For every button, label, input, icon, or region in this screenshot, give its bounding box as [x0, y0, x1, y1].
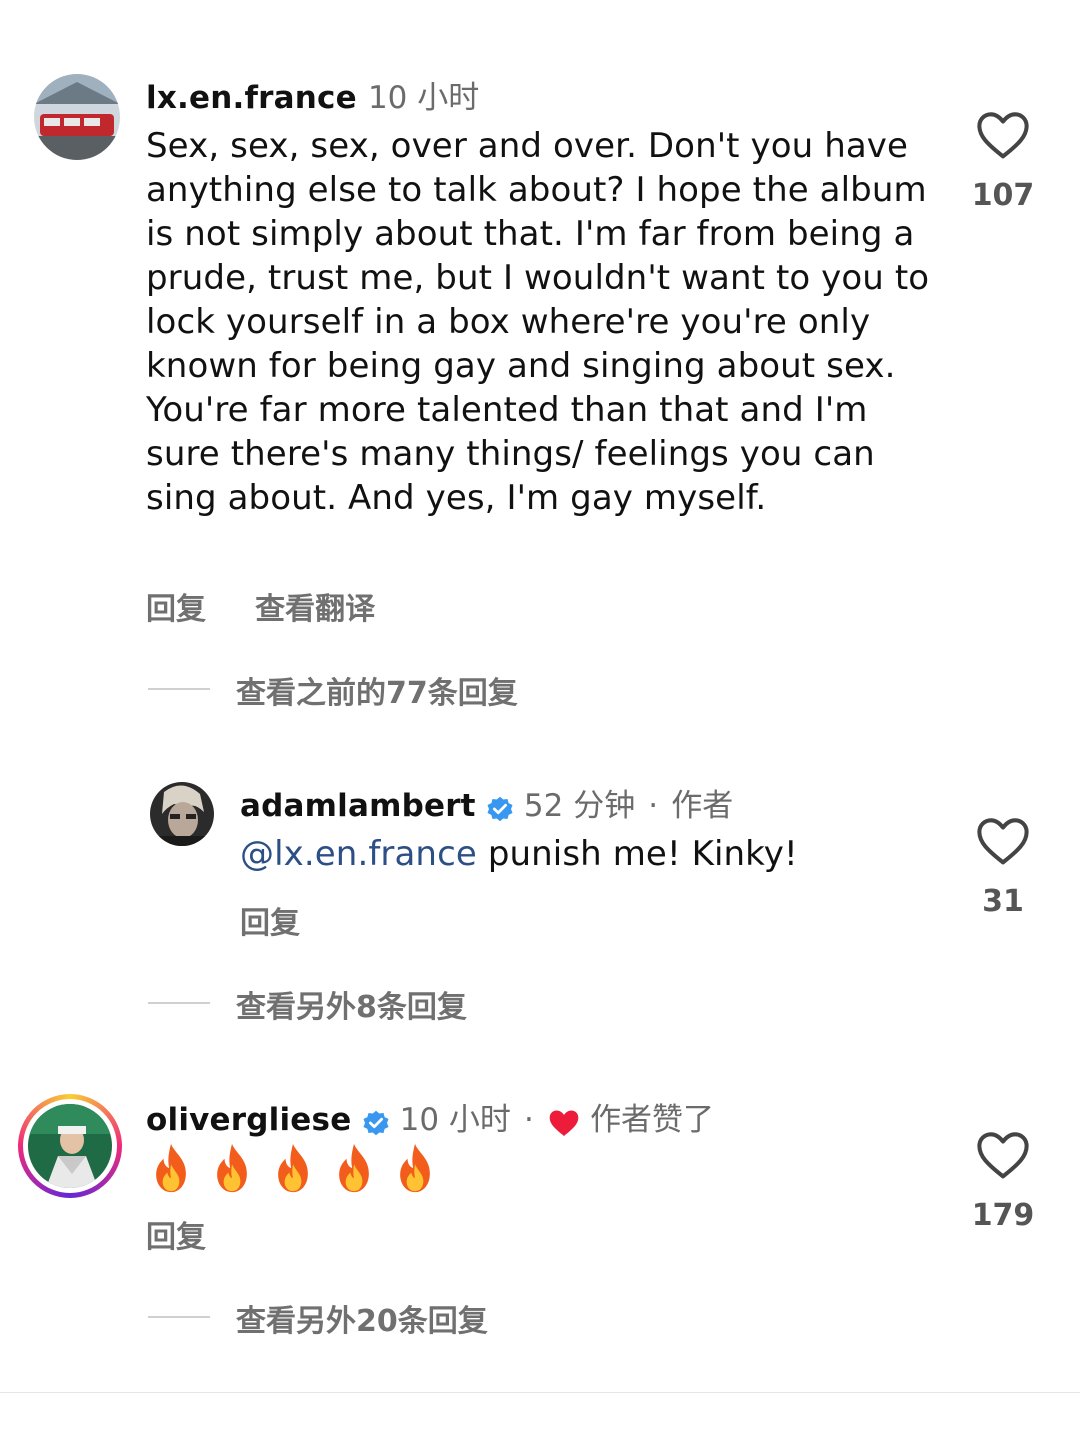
- replies-divider: [148, 688, 210, 690]
- fire-emoji: [278, 1143, 309, 1193]
- like-button[interactable]: [976, 816, 1030, 866]
- fire-emoji: [339, 1143, 370, 1193]
- reply-button[interactable]: 回复: [146, 592, 206, 627]
- comment-header: adamlambert 52 分钟 · 作者: [240, 780, 733, 830]
- timestamp: 52 分钟: [523, 788, 636, 824]
- heart-outline-icon: [977, 1132, 1029, 1179]
- avatar-olivergliese[interactable]: [18, 1094, 122, 1198]
- mention-link[interactable]: @lx.en.france: [240, 834, 477, 874]
- view-more-replies[interactable]: 查看另外8条回复: [236, 982, 467, 1026]
- comment-header: olivergliese 10 小时 · 作者赞了: [146, 1094, 714, 1144]
- comment-text: [148, 1142, 448, 1198]
- view-more-replies[interactable]: 查看另外20条回复: [236, 1296, 488, 1340]
- fire-emoji: [217, 1143, 247, 1193]
- red-heart-icon: [549, 1109, 579, 1136]
- reply-button[interactable]: 回复: [146, 1212, 206, 1256]
- username[interactable]: lx.en.france: [146, 80, 357, 116]
- avatar-adamlambert[interactable]: [150, 782, 214, 846]
- comment-header: lx.en.france 10 小时: [146, 72, 479, 117]
- like-count: 31: [982, 884, 1024, 919]
- avatar-image: [28, 1104, 112, 1188]
- comment-body: punish me! Kinky!: [476, 834, 798, 874]
- fire-emoji: [400, 1143, 431, 1193]
- avatar-lx-en-france[interactable]: [34, 74, 120, 160]
- like-button[interactable]: [976, 1130, 1030, 1180]
- view-previous-replies[interactable]: 查看之前的77条回复: [236, 668, 518, 712]
- separator-dot: ·: [524, 1102, 534, 1138]
- reply-button[interactable]: 回复: [240, 898, 300, 942]
- author-tag: 作者: [671, 788, 734, 824]
- comment-text: Sex, sex, sex, over and over. Don't you …: [146, 126, 930, 518]
- heart-outline-icon: [977, 112, 1029, 159]
- replies-divider: [148, 1316, 210, 1318]
- comment-text: @lx.en.france punish me! Kinky!: [240, 832, 940, 876]
- bottom-divider: [0, 1392, 1080, 1393]
- heart-outline-icon: [977, 818, 1029, 865]
- username[interactable]: olivergliese: [146, 1102, 351, 1138]
- like-count: 179: [971, 1198, 1035, 1233]
- view-translation-button[interactable]: 查看翻译: [255, 592, 375, 627]
- like-count: 107: [971, 178, 1035, 213]
- liked-by-author: 作者赞了: [590, 1102, 715, 1138]
- fire-emoji: [156, 1143, 186, 1193]
- separator-dot: ·: [648, 788, 659, 824]
- like-button[interactable]: [976, 110, 1030, 160]
- verified-badge-icon: [363, 1110, 389, 1135]
- comment-actions: 回复 查看翻译: [146, 584, 375, 628]
- timestamp: 10 小时: [367, 80, 480, 116]
- avatar-image: [150, 782, 214, 846]
- replies-divider: [148, 1002, 210, 1004]
- timestamp: 10 小时: [399, 1102, 511, 1138]
- avatar-image: [34, 74, 120, 160]
- username[interactable]: adamlambert: [240, 788, 476, 824]
- verified-badge-icon: [487, 796, 513, 821]
